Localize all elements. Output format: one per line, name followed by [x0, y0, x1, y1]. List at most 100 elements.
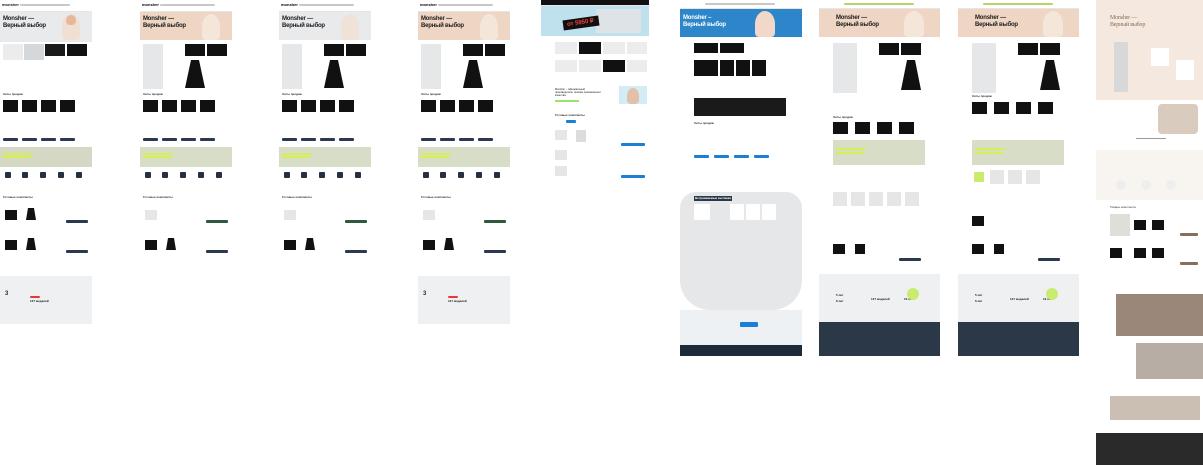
buy-button[interactable]: [143, 138, 158, 141]
category-icon[interactable]: [319, 172, 325, 178]
category-card[interactable]: [887, 192, 901, 206]
product-card[interactable]: [301, 100, 316, 112]
set-item[interactable]: [555, 130, 567, 140]
brand-logo[interactable]: monsher: [281, 3, 298, 7]
category-icon[interactable]: [162, 172, 168, 178]
set-item[interactable]: [423, 210, 435, 220]
hero-banner[interactable]: Monsher — Верный выбор: [958, 9, 1079, 37]
hood-tile[interactable]: [901, 60, 921, 90]
slider[interactable]: [1136, 138, 1166, 139]
contact-button[interactable]: [740, 322, 758, 327]
buy-button[interactable]: [734, 155, 749, 158]
set-card[interactable]: [1134, 220, 1146, 230]
product-card[interactable]: [143, 100, 158, 112]
product-card[interactable]: [60, 100, 75, 112]
set-card[interactable]: [1110, 248, 1122, 258]
buy-button[interactable]: [320, 138, 335, 141]
nav-links[interactable]: [20, 4, 70, 6]
category-icon[interactable]: [301, 172, 307, 178]
set-item[interactable]: [26, 238, 36, 250]
product-card[interactable]: [41, 100, 56, 112]
category-card[interactable]: [555, 42, 577, 54]
category-icon[interactable]: [40, 172, 46, 178]
set-buy-button[interactable]: [1038, 258, 1060, 261]
set-buy-button[interactable]: [206, 250, 228, 253]
set-buy-button[interactable]: [621, 143, 645, 146]
hero-banner[interactable]: Monsher — Верный выбор: [140, 12, 232, 40]
product-card[interactable]: [994, 102, 1009, 114]
hood-tile[interactable]: [463, 60, 483, 88]
builtin-banner[interactable]: [279, 147, 371, 167]
buy-button[interactable]: [41, 138, 56, 141]
product-card[interactable]: [320, 100, 335, 112]
buy-button[interactable]: [3, 138, 18, 141]
builtin-banner[interactable]: [140, 147, 232, 167]
category-card[interactable]: [905, 192, 919, 206]
buy-button[interactable]: [282, 138, 297, 141]
promo-hero[interactable]: от 5950 ₽: [541, 6, 649, 36]
fridge-tile[interactable]: [972, 43, 996, 93]
product-card[interactable]: [22, 100, 37, 112]
product-card[interactable]: [899, 122, 914, 134]
brand-logo[interactable]: monsher: [420, 3, 437, 7]
product-tile[interactable]: [694, 43, 718, 53]
set-item[interactable]: [833, 244, 845, 254]
fridge-tile[interactable]: [833, 43, 857, 93]
category-card[interactable]: [627, 60, 647, 72]
hood-tile[interactable]: [1040, 60, 1060, 90]
category-icon[interactable]: [458, 172, 464, 178]
product-card[interactable]: [877, 122, 892, 134]
category-icon[interactable]: [423, 172, 429, 178]
nav-links[interactable]: [438, 4, 493, 6]
buy-button[interactable]: [339, 138, 354, 141]
product-card[interactable]: [421, 100, 436, 112]
price-badge[interactable]: от 5950 ₽: [562, 15, 600, 31]
category-icon[interactable]: [355, 172, 361, 178]
set-item[interactable]: [555, 166, 567, 176]
set-item[interactable]: [26, 208, 36, 220]
category-card[interactable]: [603, 60, 625, 72]
set-buy-button[interactable]: [345, 250, 367, 253]
category-icon[interactable]: [198, 172, 204, 178]
product-tile[interactable]: [720, 43, 744, 53]
set-card[interactable]: [1152, 248, 1164, 258]
set-buy-button[interactable]: [206, 220, 228, 223]
set-item[interactable]: [994, 244, 1004, 254]
product-card[interactable]: [833, 122, 848, 134]
category-card[interactable]: [579, 42, 601, 54]
buy-button[interactable]: [440, 138, 455, 141]
set-card[interactable]: [1110, 214, 1130, 236]
product-tile[interactable]: [463, 44, 483, 56]
category-icon[interactable]: [284, 172, 290, 178]
product-card[interactable]: [162, 100, 177, 112]
hero-banner[interactable]: Monsher — Верный выбор: [418, 12, 510, 40]
cloud-card[interactable]: [746, 204, 760, 220]
tab-button[interactable]: [566, 120, 576, 123]
buy-button[interactable]: [478, 138, 493, 141]
nav-links[interactable]: [983, 3, 1053, 5]
buy-button[interactable]: [60, 138, 75, 141]
category-icon[interactable]: [22, 172, 28, 178]
buy-button[interactable]: [694, 155, 709, 158]
builtin-banner[interactable]: [972, 140, 1064, 165]
product-card[interactable]: [459, 100, 474, 112]
set-item[interactable]: [972, 216, 984, 226]
category-icon[interactable]: [216, 172, 222, 178]
product-tile[interactable]: [901, 43, 921, 55]
category-card[interactable]: [1026, 170, 1040, 184]
product-tile[interactable]: [736, 60, 750, 76]
product-card[interactable]: [200, 100, 215, 112]
category-icon[interactable]: [974, 172, 984, 182]
product-tile[interactable]: [67, 44, 87, 56]
product-tile[interactable]: [3, 44, 23, 60]
product-card[interactable]: [339, 100, 354, 112]
fridge-tile[interactable]: [143, 44, 163, 89]
product-tile[interactable]: [207, 44, 227, 56]
builtin-banner[interactable]: [418, 147, 510, 167]
product-card[interactable]: [181, 100, 196, 112]
set-item[interactable]: [5, 210, 17, 220]
set-item[interactable]: [284, 240, 296, 250]
product-tile[interactable]: [485, 44, 505, 56]
set-buy-button[interactable]: [899, 258, 921, 261]
cloud-card[interactable]: [730, 204, 744, 220]
